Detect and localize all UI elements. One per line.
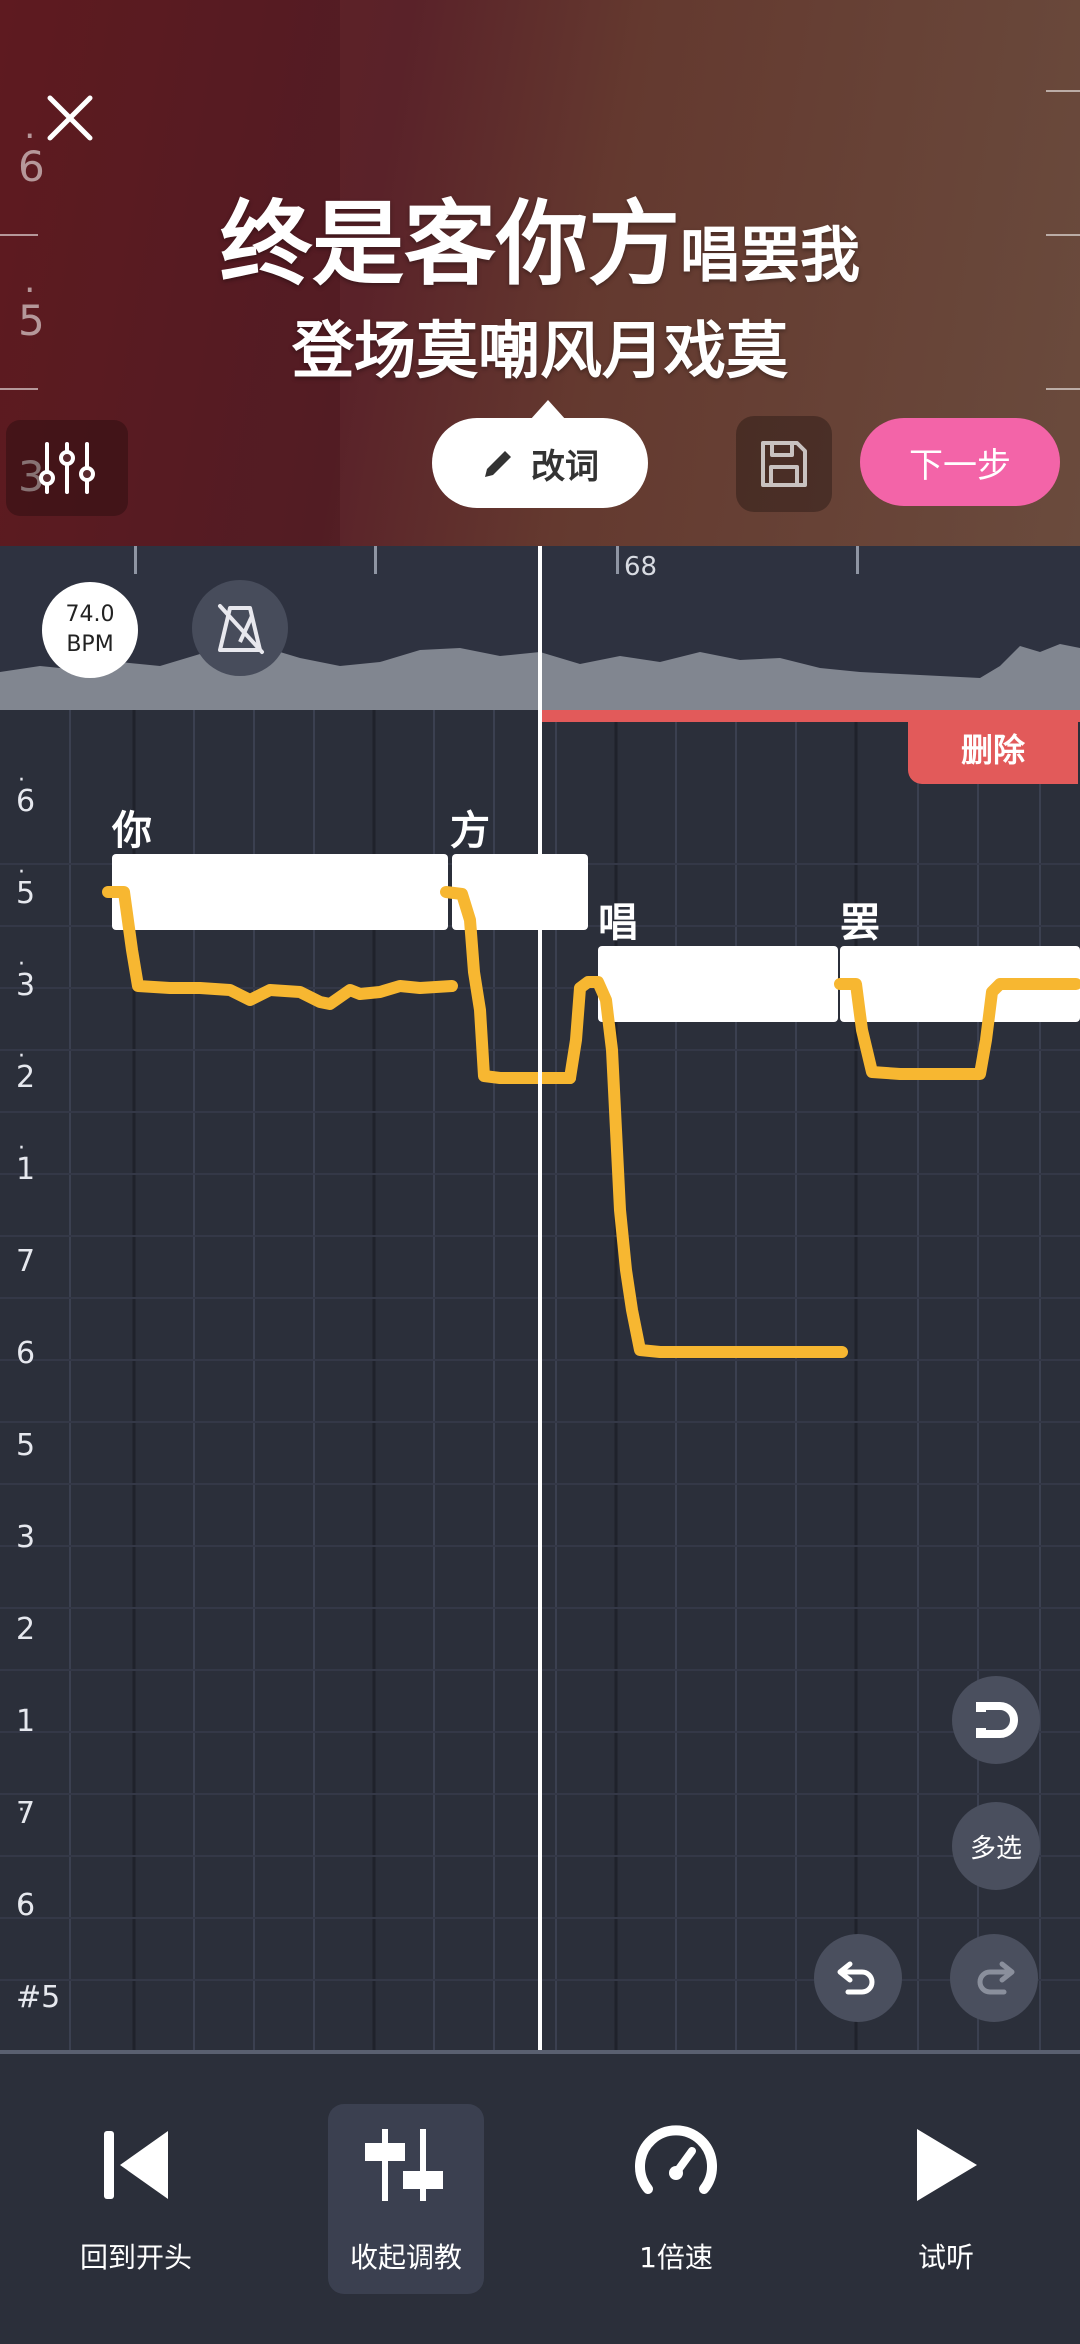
rewind-label: 回到开头 — [79, 2241, 192, 2274]
next-step-button[interactable]: 下一步 — [860, 418, 1060, 506]
magnet-icon — [976, 1702, 1018, 1738]
play-label: 试听 — [917, 2241, 974, 2274]
timeline-tick — [374, 546, 377, 574]
redo-icon — [977, 1961, 1015, 1995]
tuning-sliders-icon — [361, 2120, 451, 2210]
speed-button[interactable]: 1倍速 — [596, 2104, 756, 2294]
redo-button[interactable] — [950, 1934, 1038, 2022]
bpm-value: 74.0 — [65, 602, 115, 627]
bpm-unit: BPM — [66, 632, 114, 657]
play-icon — [901, 2120, 991, 2210]
header-scale-tick — [1046, 90, 1080, 92]
current-lyric-sung: 终是客你方 — [219, 191, 680, 298]
save-button[interactable] — [736, 416, 832, 512]
measure-number: 68 — [624, 552, 658, 582]
undo-icon — [837, 1961, 875, 1995]
metronome-button[interactable] — [192, 580, 288, 676]
lyrics-header: 6 5 3 终是客你方唱罢我 登场莫嘲风月戏莫 改词 — [0, 0, 1080, 546]
play-button[interactable]: 试听 — [866, 2104, 1026, 2294]
mixer-button[interactable] — [6, 420, 128, 516]
speed-label: 1倍速 — [639, 2241, 713, 2274]
snap-magnet-button[interactable] — [952, 1676, 1040, 1764]
close-button[interactable] — [40, 88, 100, 148]
edit-lyrics-label: 改词 — [531, 446, 599, 487]
timeline-tick — [616, 546, 619, 574]
current-lyric-line: 终是客你方唱罢我 — [0, 170, 1080, 303]
rewind-button[interactable]: 回到开头 — [56, 2104, 216, 2294]
collapse-tuning-label: 收起调教 — [349, 2241, 462, 2274]
speedometer-icon — [631, 2120, 721, 2210]
undo-button[interactable] — [814, 1934, 902, 2022]
playhead[interactable] — [538, 546, 542, 2056]
multi-select-button[interactable]: 多选 — [952, 1802, 1040, 1890]
pencil-icon — [485, 451, 511, 477]
bpm-badge[interactable]: 74.0 BPM — [42, 582, 138, 678]
skip-to-start-icon — [91, 2120, 181, 2210]
close-icon — [47, 95, 93, 141]
bottom-toolbar: 回到开头 收起调教 1倍速 试听 — [0, 2050, 1080, 2344]
metronome-muted-icon — [218, 604, 264, 654]
next-lyric-line: 登场莫嘲风月戏莫 — [291, 314, 788, 387]
timeline-tick — [134, 546, 137, 574]
save-icon — [761, 441, 807, 487]
collapse-tuning-button[interactable]: 收起调教 — [328, 2104, 484, 2294]
mixer-sliders-icon — [39, 442, 95, 494]
edit-lyrics-button[interactable]: 改词 — [432, 400, 648, 508]
timeline-tick — [856, 546, 859, 574]
current-lyric-upcoming: 唱罢我 — [680, 221, 860, 291]
